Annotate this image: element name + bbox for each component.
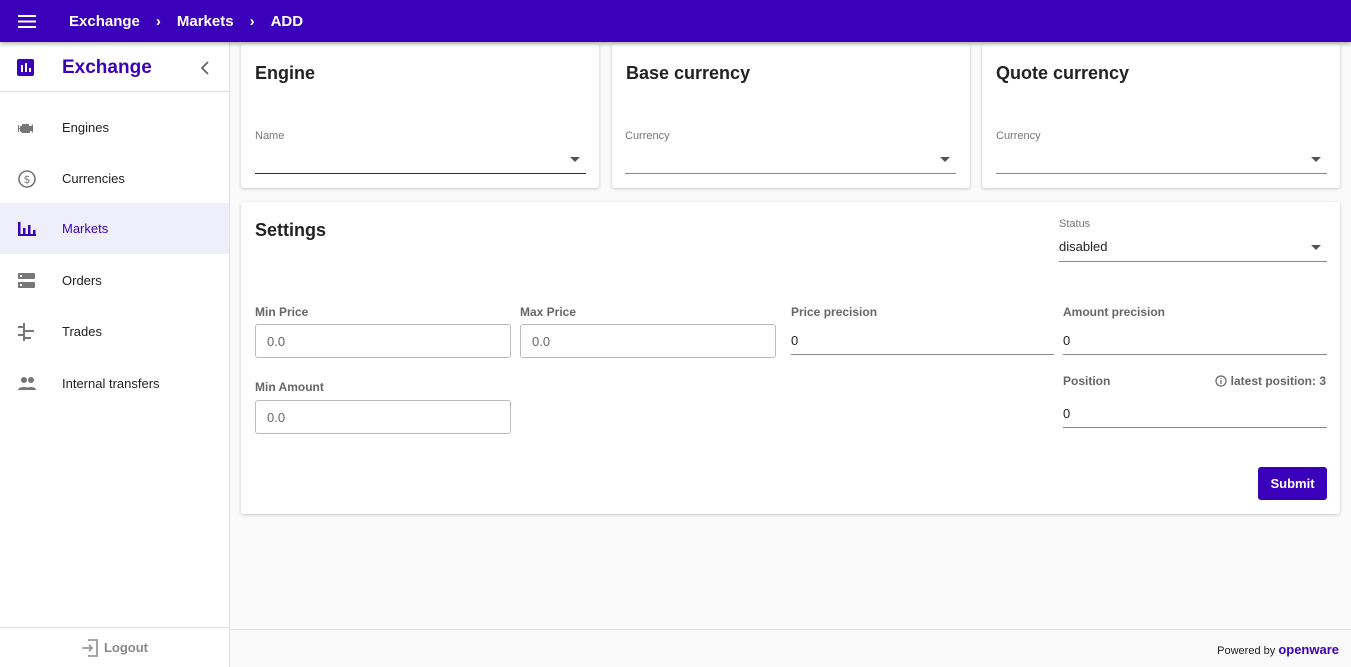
status-underline	[1059, 261, 1327, 262]
sidebar-item-label: Trades	[62, 324, 102, 339]
engine-name-underline	[255, 173, 586, 174]
breadcrumb-add: ADD	[270, 12, 304, 30]
base-currency-underline	[625, 173, 956, 174]
sidebar-item-label: Markets	[62, 221, 109, 236]
top-app-bar: Exchange › Markets › ADD	[0, 0, 1351, 42]
info-icon	[1215, 375, 1227, 387]
sidebar-item-markets[interactable]: Markets	[0, 203, 229, 254]
breadcrumb-markets[interactable]: Markets	[177, 13, 234, 30]
quote-currency-title: Quote currency	[996, 63, 1130, 83]
settings-title: Settings	[255, 220, 327, 240]
sidebar-item-internal-transfers[interactable]: Internal transfers	[0, 358, 229, 409]
latest-position-text: latest position: 3	[1230, 374, 1326, 388]
sidebar-item-label: Engines	[62, 120, 109, 135]
min-price-input[interactable]: 0.0	[255, 324, 511, 358]
sidebar-item-label: Orders	[62, 273, 102, 288]
max-price-input[interactable]: 0.0	[520, 324, 776, 358]
sidebar-item-trades[interactable]: Trades	[0, 306, 229, 357]
status-value: disabled	[1059, 239, 1108, 254]
settings-card: Settings Status disabled Min Price 0.0 M…	[241, 202, 1340, 514]
sidebar-header: Exchange	[0, 42, 229, 92]
chevron-right-icon: ›	[249, 12, 255, 30]
sidebar-title: Exchange	[62, 57, 152, 78]
max-price-label: Max Price	[520, 305, 577, 319]
dropdown-arrow-icon	[570, 157, 580, 162]
dropdown-arrow-icon	[1311, 157, 1321, 162]
dropdown-arrow-icon	[1311, 245, 1321, 250]
svg-text:$: $	[24, 173, 31, 186]
powered-by-text: Powered by	[1217, 645, 1276, 657]
amount-precision-input[interactable]: 0	[1063, 333, 1070, 348]
price-precision-underline	[791, 354, 1054, 355]
base-currency-card: Base currency Currency	[612, 44, 970, 188]
chevron-left-icon[interactable]	[200, 61, 210, 75]
powered-by: Powered by openware	[1217, 642, 1339, 657]
storage-icon	[18, 273, 35, 288]
footer: Powered by openware	[230, 629, 1351, 667]
menu-button[interactable]	[0, 0, 54, 42]
position-label: Position	[1063, 374, 1111, 388]
min-price-label: Min Price	[255, 305, 309, 319]
price-precision-label: Price precision	[791, 305, 878, 319]
breadcrumb: Exchange › Markets › ADD	[69, 13, 303, 30]
sidebar: Exchange Engines $ Currencies Markets Or…	[0, 42, 230, 667]
engine-name-label: Name	[255, 130, 285, 142]
min-amount-label: Min Amount	[255, 380, 324, 394]
sidebar-item-label: Internal transfers	[62, 376, 160, 391]
dollar-icon: $	[18, 170, 36, 188]
status-label: Status	[1059, 218, 1091, 230]
sidebar-item-label: Currencies	[62, 171, 125, 186]
latest-position-hint: latest position: 3	[1215, 374, 1326, 388]
people-icon	[18, 377, 36, 390]
engine-card-title: Engine	[255, 63, 316, 83]
quote-currency-card: Quote currency Currency	[982, 44, 1340, 188]
quote-currency-underline	[996, 173, 1327, 174]
sidebar-item-engines[interactable]: Engines	[0, 102, 229, 153]
sidebar-item-orders[interactable]: Orders	[0, 255, 229, 306]
engine-icon	[18, 124, 33, 133]
trades-icon	[18, 323, 34, 341]
hamburger-icon	[18, 14, 36, 28]
price-precision-input[interactable]: 0	[791, 333, 798, 348]
logout-button[interactable]: Logout	[0, 627, 229, 667]
bar-chart-icon	[18, 222, 36, 236]
amount-precision-underline	[1063, 354, 1327, 355]
chevron-right-icon: ›	[155, 12, 161, 30]
breadcrumb-exchange[interactable]: Exchange	[69, 13, 140, 30]
quote-currency-label: Currency	[996, 130, 1041, 142]
base-currency-label: Currency	[625, 130, 670, 142]
min-amount-input[interactable]: 0.0	[255, 400, 511, 434]
openware-logo[interactable]: openware	[1278, 642, 1339, 657]
exchange-logo-icon	[17, 59, 34, 76]
engine-card: Engine Name	[241, 44, 599, 188]
position-underline	[1063, 427, 1327, 428]
position-input[interactable]: 0	[1063, 406, 1070, 421]
base-currency-title: Base currency	[626, 63, 751, 83]
logout-label: Logout	[103, 640, 149, 655]
sidebar-item-currencies[interactable]: $ Currencies	[0, 153, 229, 204]
logout-icon	[81, 638, 98, 657]
dropdown-arrow-icon	[940, 157, 950, 162]
amount-precision-label: Amount precision	[1063, 305, 1166, 319]
submit-button[interactable]: Submit	[1258, 467, 1327, 500]
